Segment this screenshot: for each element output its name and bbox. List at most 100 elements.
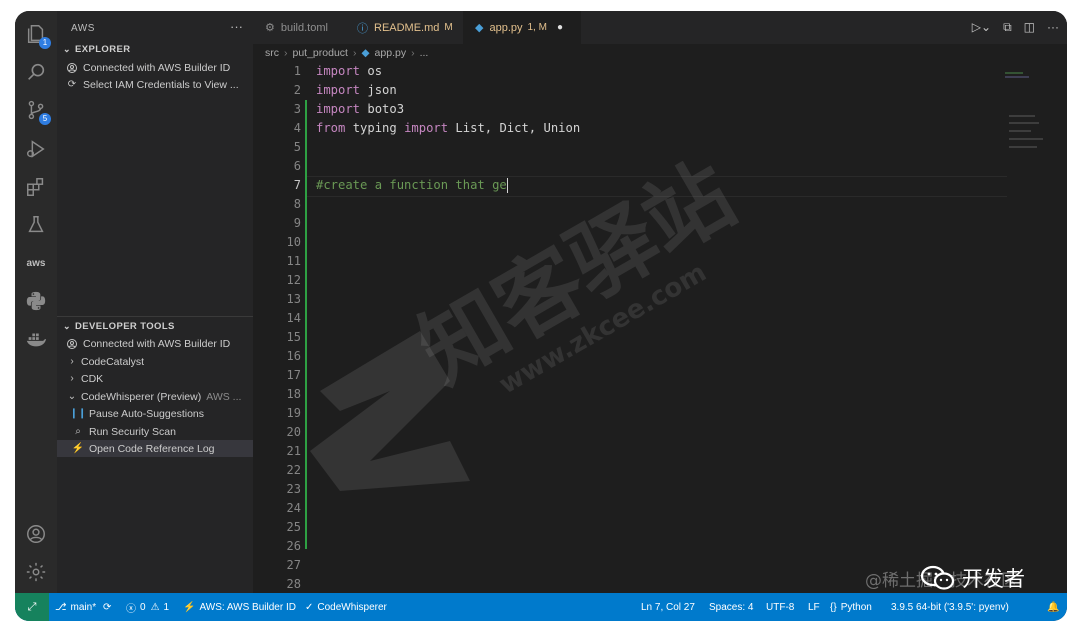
warning-icon: ⚠ <box>150 601 160 613</box>
encoding[interactable]: UTF-8 <box>766 593 794 621</box>
devtools-cdk-item[interactable]: › CDK <box>57 370 261 387</box>
activity-bar: 1 5 aws <box>15 11 57 593</box>
chevron-right-icon: › <box>70 373 74 384</box>
search-icon[interactable] <box>23 59 49 85</box>
python-file-icon: ◆ <box>475 22 484 34</box>
chevron-right-icon: › <box>352 47 357 59</box>
unsaved-dot-icon[interactable]: ● <box>557 22 563 33</box>
line-number: 21 <box>286 444 301 458</box>
explorer-section-header[interactable]: ⌄ EXPLORER <box>61 44 130 55</box>
compare-changes-icon[interactable]: ⧉ <box>1003 20 1012 35</box>
pause-auto-suggestions-item[interactable]: ❙❙ Pause Auto-Suggestions <box>57 405 267 422</box>
line-number: 4 <box>293 121 301 135</box>
plug-icon: ⚡ <box>183 601 196 613</box>
line-number: 19 <box>286 406 301 420</box>
line-number: 24 <box>286 501 301 515</box>
run-security-scan-item[interactable]: ⌕ Run Security Scan <box>57 423 267 440</box>
manage-gear-icon[interactable] <box>23 559 49 585</box>
extensions-icon[interactable] <box>23 174 49 200</box>
split-editor-icon[interactable]: ◫ <box>1024 20 1035 35</box>
line-number: 5 <box>293 140 301 154</box>
line-number: 27 <box>286 558 301 572</box>
cursor-position[interactable]: Ln 7, Col 27 <box>641 593 695 621</box>
developer-tools-section-header[interactable]: ⌄ DEVELOPER TOOLS <box>61 321 175 332</box>
line-number: 11 <box>286 254 301 268</box>
editor-tab-bar: ⚙ build.toml ⓘ README.md M ◆ app.py 1, M… <box>253 11 1067 44</box>
line-number: 6 <box>293 159 301 173</box>
code-line-1: import os <box>316 64 383 78</box>
open-code-reference-log-item[interactable]: ⚡ Open Code Reference Log <box>57 440 267 457</box>
status-bar: ⤢ ⎇ main* ⟳ ⓧ 0 ⚠ 1 ⚡ AWS: AWS Builder I… <box>15 593 1067 621</box>
python-icon[interactable] <box>23 288 49 314</box>
python-interpreter[interactable]: 3.9.5 64-bit ('3.9.5': pyenv) <box>891 593 1009 621</box>
line-number: 14 <box>286 311 301 325</box>
code-line-3: import boto3 <box>316 102 405 116</box>
docker-icon[interactable] <box>23 326 49 352</box>
editor-actions: ▷⌄ ⧉ ◫ ··· <box>972 20 1059 35</box>
tab-build-toml[interactable]: ⚙ build.toml <box>253 11 345 44</box>
end-of-line[interactable]: LF <box>808 593 820 621</box>
remote-indicator[interactable]: ⤢ <box>15 593 49 621</box>
sync-changes-icon[interactable]: ⟳ <box>103 593 111 621</box>
reference-log-icon: ⚡ <box>71 443 85 454</box>
line-number: 17 <box>286 368 301 382</box>
vscode-window: 1 5 aws AWS ··· ⌄ EXPLORER Connected wit… <box>15 11 1067 621</box>
text-cursor <box>506 178 509 193</box>
line-number: 25 <box>286 520 301 534</box>
minimap[interactable] <box>1005 70 1055 170</box>
line-number: 18 <box>286 387 301 401</box>
tab-app-py[interactable]: ◆ app.py 1, M ● <box>463 11 581 44</box>
line-number: 15 <box>286 330 301 344</box>
line-number: 10 <box>286 235 301 249</box>
git-branch-icon: ⎇ <box>55 601 67 613</box>
tab-readme[interactable]: ⓘ README.md M <box>345 11 463 44</box>
security-scan-icon: ⌕ <box>75 426 81 437</box>
code-editor[interactable]: 1 2 3 4 5 6 7 8 9 10 11 12 13 14 15 16 17 18 19 20 21 22 23 24 2… <box>253 62 1067 593</box>
problems-indicator[interactable]: ⓧ 0 ⚠ 1 <box>126 593 169 621</box>
language-mode[interactable]: {} Python <box>830 593 872 621</box>
explorer-connected-item[interactable]: Connected with AWS Builder ID <box>57 59 261 76</box>
line-number: 3 <box>293 102 301 116</box>
aws-connection-indicator[interactable]: ⚡ AWS: AWS Builder ID <box>183 593 296 621</box>
scm-badge: 5 <box>39 113 51 125</box>
more-actions-icon[interactable]: ··· <box>1047 20 1059 35</box>
chevron-right-icon: › <box>284 47 288 59</box>
code-line-7: #create a function that ge <box>316 178 509 193</box>
run-debug-icon[interactable] <box>23 136 49 162</box>
run-file-icon[interactable]: ▷⌄ <box>972 20 991 35</box>
source-control-icon[interactable]: 5 <box>23 97 51 125</box>
sync-icon: ⟳ <box>67 79 77 90</box>
line-number: 9 <box>293 216 301 230</box>
codewhisperer-indicator[interactable]: ✓ CodeWhisperer <box>305 593 387 621</box>
line-number: 12 <box>286 273 301 287</box>
python-file-icon: ◆ <box>361 47 370 59</box>
devtools-codewhisperer-item[interactable]: ⌄ CodeWhisperer (Preview) AWS ... <box>57 388 261 405</box>
devtools-codecatalyst-item[interactable]: › CodeCatalyst <box>57 353 261 370</box>
code-line-2: import json <box>316 83 397 97</box>
explorer-select-credentials-item[interactable]: ⟳ Select IAM Credentials to View ... <box>57 76 261 93</box>
sidebar-more-actions[interactable]: ··· <box>230 19 243 34</box>
devtools-connected-item[interactable]: Connected with AWS Builder ID <box>57 335 261 352</box>
line-number: 8 <box>293 197 301 211</box>
explorer-files-icon[interactable]: 1 <box>23 21 51 49</box>
account-icon <box>65 61 79 75</box>
chevron-down-icon: ⌄ <box>67 391 77 402</box>
explorer-badge: 1 <box>39 37 51 49</box>
testing-flask-icon[interactable] <box>23 212 49 238</box>
indentation[interactable]: Spaces: 4 <box>709 593 753 621</box>
breadcrumb-app-py[interactable]: app.py <box>375 47 407 59</box>
git-modified-indicator <box>305 100 307 119</box>
line-number: 20 <box>286 425 301 439</box>
branch-indicator[interactable]: ⎇ main* <box>55 593 96 621</box>
accounts-icon[interactable] <box>23 521 49 547</box>
braces-icon: {} <box>830 601 837 613</box>
remote-icon: ⤢ <box>27 600 37 613</box>
breadcrumb-more[interactable]: ... <box>420 47 429 59</box>
code-line-4: from typing import List, Dict, Union <box>316 121 581 135</box>
notifications-bell-icon[interactable]: 🔔 <box>1047 593 1059 621</box>
breadcrumb-put-product[interactable]: put_product <box>293 47 348 59</box>
aws-toolkit-icon[interactable]: aws <box>23 250 49 276</box>
breadcrumb-src[interactable]: src <box>265 47 279 59</box>
info-icon: ⓘ <box>357 22 368 35</box>
aws-sidebar: AWS ··· ⌄ EXPLORER Connected with AWS Bu… <box>57 11 267 593</box>
